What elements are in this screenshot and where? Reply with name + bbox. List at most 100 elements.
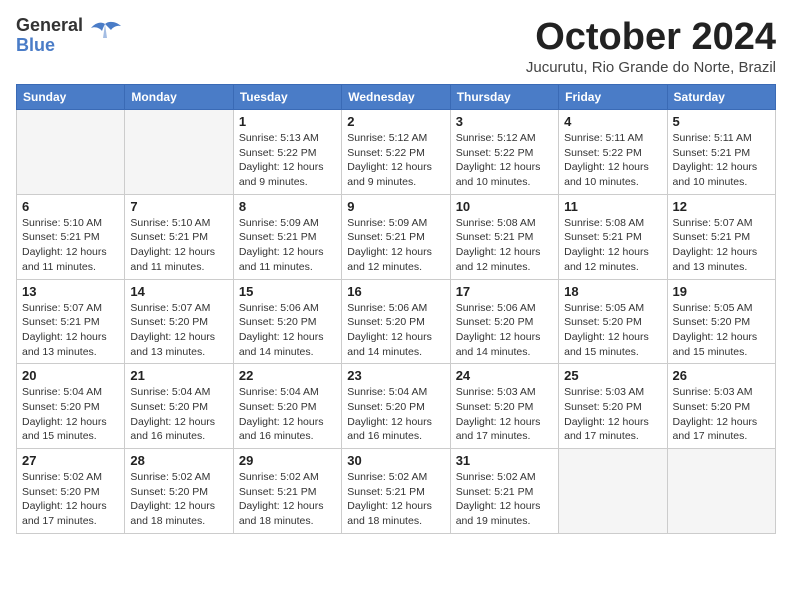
- month-title: October 2024: [526, 16, 776, 59]
- table-row: 26Sunrise: 5:03 AM Sunset: 5:20 PM Dayli…: [667, 364, 775, 449]
- day-info: Sunrise: 5:02 AM Sunset: 5:21 PM Dayligh…: [347, 470, 444, 529]
- calendar-week-row: 6 Sunrise: 5:10 AM Sunset: 5:21 PM Daylig…: [17, 194, 776, 279]
- day-number: 14: [130, 284, 227, 299]
- table-row: 10 Sunrise: 5:08 AM Sunset: 5:21 PM Dayli…: [450, 194, 558, 279]
- calendar-week-row: 13 Sunrise: 5:07 AM Sunset: 5:21 PM Dayli…: [17, 279, 776, 364]
- day-number: 31: [456, 453, 553, 468]
- day-number: 23: [347, 368, 444, 383]
- table-row: 23 Sunrise: 5:04 AM Sunset: 5:20 PM Dayli…: [342, 364, 450, 449]
- day-number: 12: [673, 199, 770, 214]
- day-info: Sunrise: 5:09 AM Sunset: 5:21 PM Dayligh…: [239, 216, 336, 275]
- day-number: 15: [239, 284, 336, 299]
- page-header: General Blue October 2024 Jucurutu, Rio …: [16, 16, 776, 76]
- table-row: 29 Sunrise: 5:02 AM Sunset: 5:21 PM Dayli…: [233, 449, 341, 534]
- day-info: Sunrise: 5:03 AM Sunset: 5:20 PM Dayligh…: [456, 385, 553, 444]
- day-number: 16: [347, 284, 444, 299]
- day-info: Sunrise: 5:12 AM Sunset: 5:22 PM Dayligh…: [456, 131, 553, 190]
- header-thursday: Thursday: [450, 85, 558, 110]
- day-number: 8: [239, 199, 336, 214]
- day-info: Sunrise: 5:04 AM Sunset: 5:20 PM Dayligh…: [239, 385, 336, 444]
- calendar-table: Sunday Monday Tuesday Wednesday Thursday…: [16, 84, 776, 534]
- day-number: 21: [130, 368, 227, 383]
- day-number: 18: [564, 284, 661, 299]
- calendar-week-row: 1Sunrise: 5:13 AM Sunset: 5:22 PM Daylig…: [17, 110, 776, 195]
- day-info: Sunrise: 5:12 AM Sunset: 5:22 PM Dayligh…: [347, 131, 444, 190]
- day-info: Sunrise: 5:08 AM Sunset: 5:21 PM Dayligh…: [564, 216, 661, 275]
- day-number: 3: [456, 114, 553, 129]
- day-number: 24: [456, 368, 553, 383]
- table-row: [125, 110, 233, 195]
- table-row: 21 Sunrise: 5:04 AM Sunset: 5:20 PM Dayli…: [125, 364, 233, 449]
- day-number: 6: [22, 199, 119, 214]
- table-row: 17 Sunrise: 5:06 AM Sunset: 5:20 PM Dayli…: [450, 279, 558, 364]
- header-saturday: Saturday: [667, 85, 775, 110]
- table-row: 18 Sunrise: 5:05 AM Sunset: 5:20 PM Dayli…: [559, 279, 667, 364]
- day-info: Sunrise: 5:06 AM Sunset: 5:20 PM Dayligh…: [239, 301, 336, 360]
- table-row: 4 Sunrise: 5:11 AM Sunset: 5:22 PM Daylig…: [559, 110, 667, 195]
- table-row: 11 Sunrise: 5:08 AM Sunset: 5:21 PM Dayli…: [559, 194, 667, 279]
- table-row: 1Sunrise: 5:13 AM Sunset: 5:22 PM Daylig…: [233, 110, 341, 195]
- table-row: 31Sunrise: 5:02 AM Sunset: 5:21 PM Dayli…: [450, 449, 558, 534]
- day-info: Sunrise: 5:04 AM Sunset: 5:20 PM Dayligh…: [130, 385, 227, 444]
- day-info: Sunrise: 5:03 AM Sunset: 5:20 PM Dayligh…: [673, 385, 770, 444]
- location-subtitle: Jucurutu, Rio Grande do Norte, Brazil: [526, 59, 776, 76]
- table-row: [559, 449, 667, 534]
- table-row: 12 Sunrise: 5:07 AM Sunset: 5:21 PM Dayli…: [667, 194, 775, 279]
- calendar-week-row: 20 Sunrise: 5:04 AM Sunset: 5:20 PM Dayli…: [17, 364, 776, 449]
- day-number: 28: [130, 453, 227, 468]
- table-row: [17, 110, 125, 195]
- day-number: 10: [456, 199, 553, 214]
- table-row: 24 Sunrise: 5:03 AM Sunset: 5:20 PM Dayli…: [450, 364, 558, 449]
- logo-blue: Blue: [16, 36, 83, 56]
- table-row: 13 Sunrise: 5:07 AM Sunset: 5:21 PM Dayli…: [17, 279, 125, 364]
- day-number: 29: [239, 453, 336, 468]
- day-number: 11: [564, 199, 661, 214]
- header-friday: Friday: [559, 85, 667, 110]
- day-number: 4: [564, 114, 661, 129]
- table-row: 8 Sunrise: 5:09 AM Sunset: 5:21 PM Daylig…: [233, 194, 341, 279]
- day-info: Sunrise: 5:11 AM Sunset: 5:22 PM Dayligh…: [564, 131, 661, 190]
- table-row: 15 Sunrise: 5:06 AM Sunset: 5:20 PM Dayli…: [233, 279, 341, 364]
- day-info: Sunrise: 5:03 AM Sunset: 5:20 PM Dayligh…: [564, 385, 661, 444]
- header-wednesday: Wednesday: [342, 85, 450, 110]
- day-info: Sunrise: 5:08 AM Sunset: 5:21 PM Dayligh…: [456, 216, 553, 275]
- day-info: Sunrise: 5:06 AM Sunset: 5:20 PM Dayligh…: [456, 301, 553, 360]
- day-info: Sunrise: 5:07 AM Sunset: 5:21 PM Dayligh…: [22, 301, 119, 360]
- day-number: 30: [347, 453, 444, 468]
- day-number: 25: [564, 368, 661, 383]
- day-info: Sunrise: 5:09 AM Sunset: 5:21 PM Dayligh…: [347, 216, 444, 275]
- day-info: Sunrise: 5:05 AM Sunset: 5:20 PM Dayligh…: [673, 301, 770, 360]
- day-info: Sunrise: 5:02 AM Sunset: 5:21 PM Dayligh…: [239, 470, 336, 529]
- day-info: Sunrise: 5:02 AM Sunset: 5:20 PM Dayligh…: [22, 470, 119, 529]
- day-info: Sunrise: 5:05 AM Sunset: 5:20 PM Dayligh…: [564, 301, 661, 360]
- day-number: 9: [347, 199, 444, 214]
- table-row: 27Sunrise: 5:02 AM Sunset: 5:20 PM Dayli…: [17, 449, 125, 534]
- day-info: Sunrise: 5:07 AM Sunset: 5:21 PM Dayligh…: [673, 216, 770, 275]
- day-number: 5: [673, 114, 770, 129]
- day-info: Sunrise: 5:04 AM Sunset: 5:20 PM Dayligh…: [347, 385, 444, 444]
- title-block: October 2024 Jucurutu, Rio Grande do Nor…: [526, 16, 776, 76]
- day-info: Sunrise: 5:10 AM Sunset: 5:21 PM Dayligh…: [130, 216, 227, 275]
- logo: General Blue: [16, 16, 123, 56]
- day-number: 2: [347, 114, 444, 129]
- table-row: [667, 449, 775, 534]
- day-number: 7: [130, 199, 227, 214]
- day-number: 13: [22, 284, 119, 299]
- day-number: 19: [673, 284, 770, 299]
- table-row: 7 Sunrise: 5:10 AM Sunset: 5:21 PM Daylig…: [125, 194, 233, 279]
- table-row: 20Sunrise: 5:04 AM Sunset: 5:20 PM Dayli…: [17, 364, 125, 449]
- table-row: 28Sunrise: 5:02 AM Sunset: 5:20 PM Dayli…: [125, 449, 233, 534]
- day-number: 20: [22, 368, 119, 383]
- logo-bird-icon: [87, 20, 123, 48]
- calendar-week-row: 27Sunrise: 5:02 AM Sunset: 5:20 PM Dayli…: [17, 449, 776, 534]
- table-row: 14 Sunrise: 5:07 AM Sunset: 5:20 PM Dayli…: [125, 279, 233, 364]
- table-row: 25 Sunrise: 5:03 AM Sunset: 5:20 PM Dayli…: [559, 364, 667, 449]
- logo-general: General: [16, 16, 83, 36]
- day-number: 17: [456, 284, 553, 299]
- weekday-header-row: Sunday Monday Tuesday Wednesday Thursday…: [17, 85, 776, 110]
- day-number: 22: [239, 368, 336, 383]
- day-info: Sunrise: 5:07 AM Sunset: 5:20 PM Dayligh…: [130, 301, 227, 360]
- header-sunday: Sunday: [17, 85, 125, 110]
- table-row: 5Sunrise: 5:11 AM Sunset: 5:21 PM Daylig…: [667, 110, 775, 195]
- day-info: Sunrise: 5:10 AM Sunset: 5:21 PM Dayligh…: [22, 216, 119, 275]
